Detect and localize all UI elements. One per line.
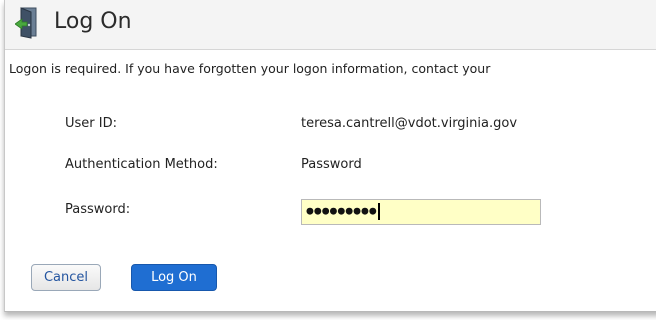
password-label: Password: [65, 202, 131, 217]
auth-method-row: Authentication Method: Password [5, 157, 653, 187]
cancel-button[interactable]: Cancel [31, 264, 101, 291]
dialog-title: Log On [54, 9, 132, 34]
door-exit-icon [15, 7, 37, 39]
auth-method-value: Password [301, 157, 362, 172]
user-id-row: User ID: teresa.cantrell@vdot.virginia.g… [5, 116, 653, 146]
user-id-value: teresa.cantrell@vdot.virginia.gov [301, 116, 518, 131]
dialog-header: Log On [5, 0, 656, 50]
logon-dialog: Log On Logon is required. If you have fo… [4, 0, 656, 312]
user-id-label: User ID: [65, 116, 117, 131]
password-input[interactable] [301, 199, 541, 225]
logon-notice: Logon is required. If you have forgotten… [9, 61, 491, 76]
auth-method-label: Authentication Method: [65, 157, 218, 172]
password-row: Password: ●●●●●●●●● [5, 196, 653, 226]
log-on-button[interactable]: Log On [131, 264, 217, 291]
